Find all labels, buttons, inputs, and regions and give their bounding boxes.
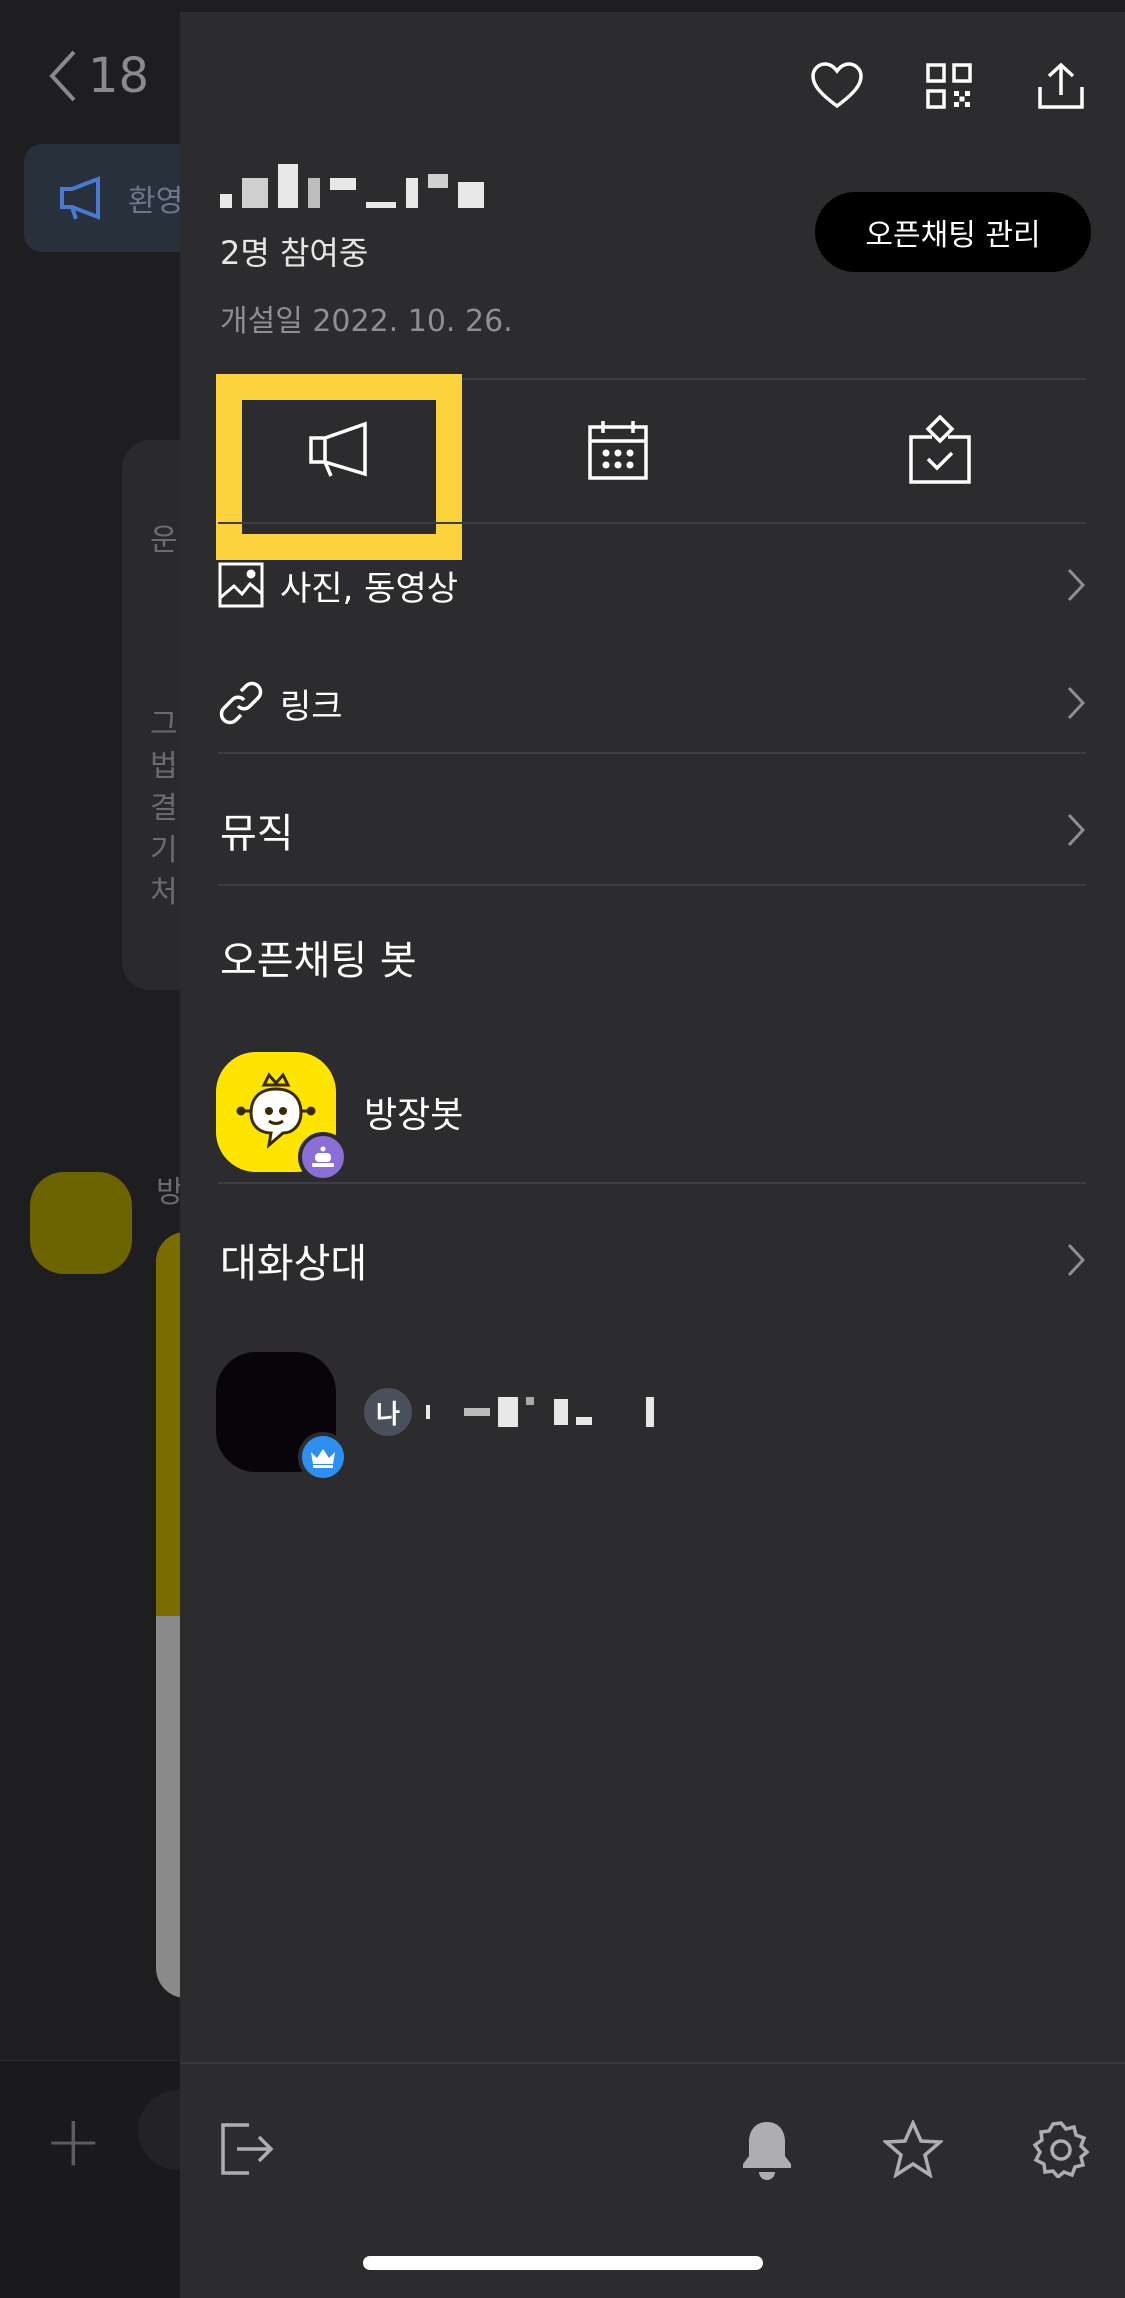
menu-label: 사진, 동영상 xyxy=(280,568,459,609)
home-indicator xyxy=(363,2256,763,2270)
members-header[interactable]: 대화상대 xyxy=(218,1218,1086,1302)
qr-code-icon[interactable] xyxy=(921,58,977,114)
bots-section-title: 오픈채팅 봇 xyxy=(220,938,417,984)
card-text: 그 xyxy=(150,707,178,742)
announcement-icon xyxy=(60,176,100,220)
back-icon xyxy=(49,50,76,102)
settings-icon[interactable] xyxy=(1026,2114,1096,2184)
menu-music[interactable]: 뮤직 xyxy=(218,786,1086,874)
chevron-right-icon xyxy=(1067,813,1086,847)
drawer-header-actions xyxy=(809,58,1089,114)
card-text: 처 xyxy=(150,875,178,910)
share-icon[interactable] xyxy=(1033,58,1089,114)
plus-icon[interactable]: + xyxy=(44,2100,103,2182)
menu-links[interactable]: 링크 xyxy=(218,668,1086,738)
link-icon xyxy=(219,681,263,725)
member-avatar xyxy=(216,1352,348,1482)
members-section-title: 대화상대 xyxy=(220,1241,368,1287)
owner-badge xyxy=(298,1432,348,1482)
card-text: 운 xyxy=(150,523,178,558)
card-text: 기 xyxy=(150,833,178,868)
bot-name: 방장봇 xyxy=(364,1095,464,1136)
back-button[interactable]: 18 xyxy=(48,48,149,104)
chat-room-drawer: 2명 참여중 개설일 2022. 10. 26. 오픈채팅 관리 사진, 동영상… xyxy=(180,12,1125,2298)
manage-openchat-button[interactable]: 오픈채팅 관리 xyxy=(815,192,1091,272)
calendar-tool[interactable] xyxy=(548,378,688,522)
card-text: 법 xyxy=(150,749,178,784)
me-badge: 나 xyxy=(364,1388,412,1436)
vote-tool[interactable] xyxy=(870,378,1010,522)
robot-badge-icon xyxy=(312,1146,334,1167)
exit-icon[interactable] xyxy=(212,2114,282,2184)
highlight-box xyxy=(216,374,462,560)
bot-list-item[interactable]: 방장봇 xyxy=(216,1052,464,1182)
photo-icon xyxy=(218,562,264,608)
crown-icon xyxy=(311,1449,335,1468)
vote-icon xyxy=(909,415,971,484)
unread-count: 18 xyxy=(88,48,150,104)
notice-text: 환영 xyxy=(128,184,184,219)
bell-icon[interactable] xyxy=(732,2114,802,2184)
divider xyxy=(218,1182,1086,1184)
member-name-redacted xyxy=(426,1392,654,1432)
participant-count: 2명 참여중 xyxy=(220,234,369,272)
divider xyxy=(218,522,1086,524)
chevron-right-icon xyxy=(1067,686,1086,720)
bot-avatar-background xyxy=(30,1172,132,1274)
created-date: 개설일 2022. 10. 26. xyxy=(220,304,513,339)
bot-avatar xyxy=(216,1052,348,1182)
room-title-redacted xyxy=(220,164,484,208)
chevron-right-icon xyxy=(1067,1243,1086,1277)
heart-icon[interactable] xyxy=(809,58,865,114)
room-tools xyxy=(216,374,1086,560)
card-text: 결 xyxy=(150,791,178,826)
menu-label: 링크 xyxy=(280,686,343,727)
menu-label: 뮤직 xyxy=(220,811,294,857)
divider xyxy=(218,884,1086,886)
member-list-item[interactable]: 나 xyxy=(216,1352,654,1482)
bot-badge xyxy=(298,1132,348,1182)
menu-photos-videos[interactable]: 사진, 동영상 xyxy=(218,550,1086,620)
star-icon[interactable] xyxy=(878,2114,948,2184)
calendar-icon xyxy=(588,421,648,480)
chevron-right-icon xyxy=(1067,568,1086,602)
divider xyxy=(218,752,1086,754)
